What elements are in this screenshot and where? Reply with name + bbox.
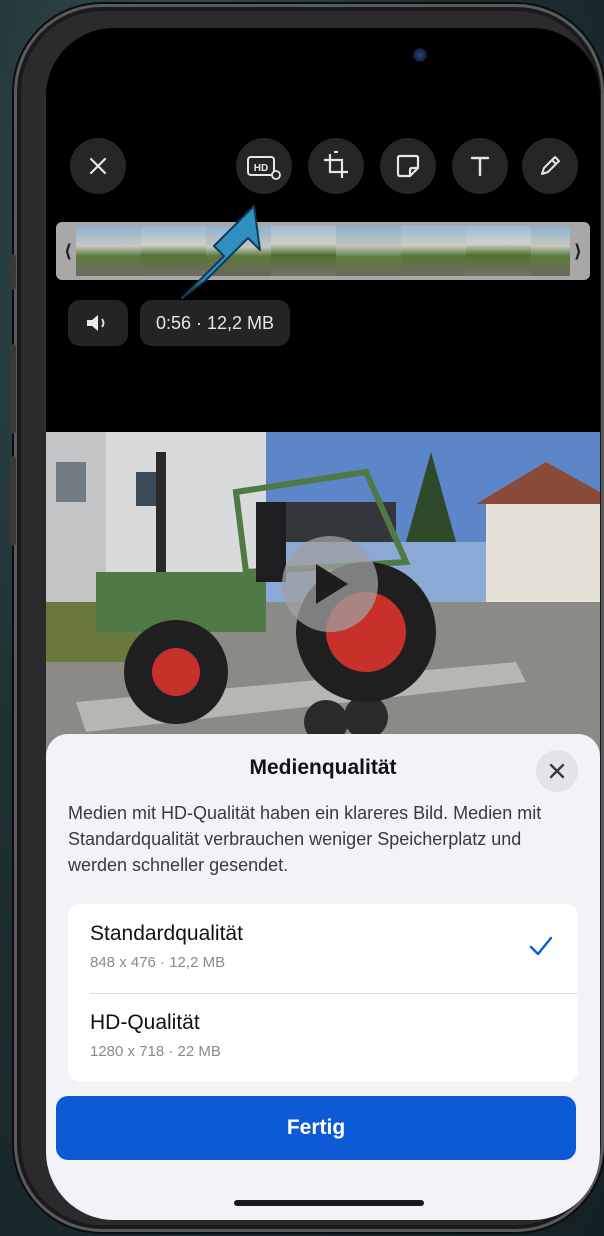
phone-frame: HD ⟨ ⟩ 0:56 · 12,2 MB Medienqualität Med…	[10, 4, 604, 1232]
option-label: HD-Qualität	[90, 1011, 200, 1034]
quality-options-list: Standardqualität 848 x 476 · 12,2 MB HD-…	[68, 904, 578, 1082]
video-timeline-filmstrip[interactable]: ⟨ ⟩	[56, 222, 590, 280]
home-indicator	[234, 1200, 424, 1206]
action-button	[10, 254, 16, 290]
option-details: 1280 x 718 · 22 MB	[90, 1043, 221, 1060]
trim-handle-right[interactable]: ⟩	[570, 226, 586, 276]
video-info-chip: 0:56 · 12,2 MB	[140, 300, 290, 346]
text-button[interactable]	[452, 138, 508, 194]
done-button[interactable]: Fertig	[56, 1096, 576, 1160]
media-quality-sheet: Medienqualität Medien mit HD-Qualität ha…	[46, 734, 600, 1220]
video-preview[interactable]	[46, 432, 600, 762]
mute-toggle-button[interactable]	[68, 300, 128, 346]
notch	[218, 28, 432, 88]
front-camera	[413, 48, 427, 62]
option-details: 848 x 476 · 12,2 MB	[90, 954, 226, 971]
annotation-arrow-icon	[181, 205, 261, 299]
option-standard-quality[interactable]: Standardqualität 848 x 476 · 12,2 MB	[68, 904, 578, 994]
sticker-icon	[396, 154, 420, 178]
sheet-title: Medienqualität	[249, 756, 397, 779]
option-hd-quality[interactable]: HD-Qualität 1280 x 718 · 22 MB	[68, 993, 578, 1082]
checkmark-icon	[529, 936, 553, 956]
svg-text:HD: HD	[254, 163, 268, 174]
trim-handle-left[interactable]: ⟨	[60, 226, 76, 276]
duration-size-label: 0:56 · 12,2 MB	[155, 312, 275, 333]
option-label: Standardqualität	[90, 922, 243, 945]
play-icon	[316, 564, 348, 604]
hd-quality-button[interactable]: HD	[236, 138, 292, 194]
crop-button[interactable]	[308, 138, 364, 194]
sticker-button[interactable]	[380, 138, 436, 194]
sheet-close-button[interactable]	[536, 750, 578, 792]
text-icon	[470, 156, 490, 177]
close-button[interactable]	[70, 138, 126, 194]
volume-down-button	[10, 456, 16, 546]
crop-rotate-icon	[324, 151, 348, 178]
speaker-icon	[87, 315, 105, 331]
play-button[interactable]	[282, 536, 378, 632]
close-icon	[89, 157, 107, 175]
sheet-description: Medien mit HD-Qualität haben ein klarere…	[68, 803, 542, 875]
pencil-icon	[541, 156, 560, 175]
draw-button[interactable]	[522, 138, 578, 194]
volume-up-button	[10, 344, 16, 434]
screen: HD ⟨ ⟩ 0:56 · 12,2 MB Medienqualität Med…	[46, 28, 600, 1220]
close-icon	[549, 763, 565, 779]
hd-quality-icon: HD	[247, 156, 281, 180]
